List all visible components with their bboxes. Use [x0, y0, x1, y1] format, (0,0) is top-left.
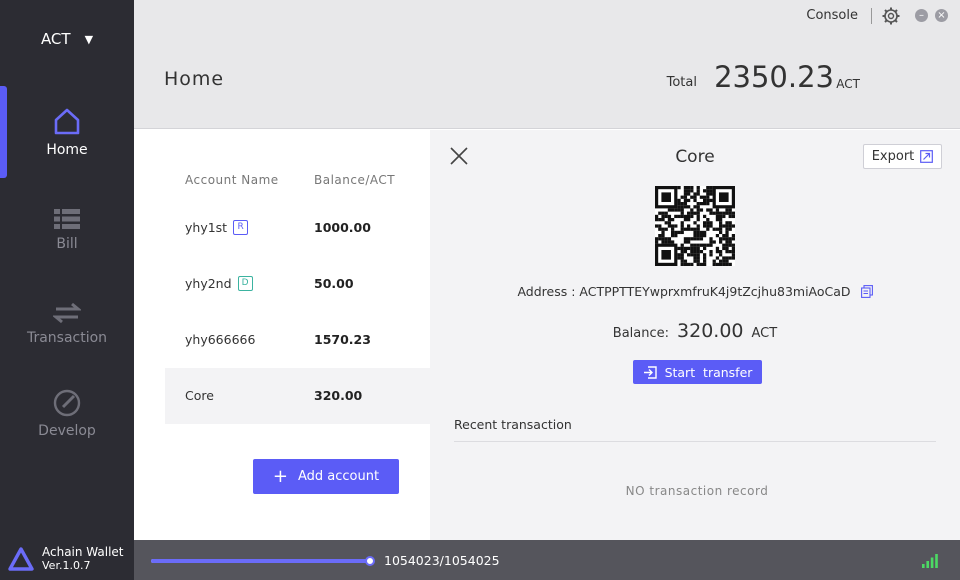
account-list: Account Name Balance/ACT yhy1st R 1000.0… [134, 130, 430, 540]
registered-badge: R [233, 220, 249, 235]
asset-selector-label: ACT [40, 30, 71, 48]
sidebar: ACT ▼ Home Bill Transaction Develop Acha… [0, 0, 134, 580]
home-icon [54, 108, 80, 135]
account-name-header: Account Name [185, 173, 279, 187]
start-transfer-button[interactable]: Start transfer [633, 360, 762, 384]
account-balance: 1000.00 [314, 220, 371, 235]
brand: Achain Wallet Ver.1.0.7 [8, 546, 124, 572]
account-name-text: yhy1st [185, 220, 228, 235]
header-divider [871, 8, 872, 24]
sidebar-item-label: Bill [56, 236, 78, 252]
brand-name: Achain Wallet [42, 545, 124, 559]
bill-icon [54, 209, 80, 229]
account-row-selected[interactable]: Core 320.00 [165, 368, 430, 424]
develop-icon [53, 389, 81, 417]
empty-transaction-text: NO transaction record [625, 484, 769, 498]
page-title: Home [164, 68, 225, 90]
account-row[interactable]: yhy666666 1570.23 [165, 312, 430, 368]
status-bar: 1054023/1054025 [134, 540, 960, 580]
divider [454, 441, 936, 442]
account-row[interactable]: yhy1st R 1000.00 [165, 200, 430, 256]
balance-header: Balance/ACT [314, 173, 396, 187]
copy-icon[interactable] [860, 285, 873, 298]
header: Console – × Home Total 2350.23 ACT [134, 0, 960, 129]
account-detail-panel: Core Export Address : ACTPPTTEYwprxmfruK… [430, 130, 960, 540]
caret-down-icon: ▼ [84, 32, 94, 46]
account-name-text: yhy666666 [185, 332, 256, 347]
total-label: Total [666, 75, 697, 90]
account-balance: 50.00 [314, 276, 354, 291]
sidebar-item-label: Home [46, 142, 88, 158]
account-name: yhy666666 [185, 332, 255, 347]
address-value: ACTPPTTEYwprxmfruK4j9tZcjhu83miAoCaD [579, 284, 851, 299]
sidebar-item-develop[interactable]: Develop [0, 368, 134, 460]
minimize-button[interactable]: – [915, 9, 928, 22]
account-name-text: Core [185, 388, 214, 403]
asset-selector[interactable]: ACT ▼ [0, 22, 134, 56]
address-label: Address : [517, 284, 576, 299]
add-account-label: Add account [298, 469, 380, 484]
total-value: 2350.23 [714, 60, 834, 94]
recent-transaction-title: Recent transaction [454, 417, 572, 432]
sidebar-item-transaction[interactable]: Transaction [0, 278, 134, 370]
qr-code [655, 186, 735, 266]
account-row[interactable]: yhy2nd D 50.00 [165, 256, 430, 312]
export-icon [920, 150, 934, 163]
transaction-icon [53, 302, 81, 324]
balance-unit: ACT [751, 326, 778, 341]
sidebar-item-home[interactable]: Home [0, 86, 134, 178]
console-button[interactable]: Console [806, 8, 858, 23]
account-name: yhy1st R [185, 220, 249, 235]
sidebar-item-label: Develop [38, 423, 96, 439]
block-sync-text: 1054023/1054025 [384, 553, 500, 568]
export-button[interactable]: Export [863, 144, 942, 169]
sync-progress-knob [364, 556, 375, 566]
transfer-icon [643, 365, 657, 379]
delegate-badge: D [237, 276, 253, 291]
account-balance: 320.00 [314, 388, 363, 403]
plus-icon: + [272, 465, 288, 487]
start-transfer-label: Start transfer [664, 364, 753, 380]
total-unit: ACT [836, 77, 860, 91]
balance-row: Balance: 320.00 ACT [430, 320, 960, 342]
signal-icon [922, 554, 938, 568]
app-version: Ver.1.0.7 [42, 559, 91, 572]
sync-progress-bar [151, 556, 375, 566]
sidebar-item-label: Transaction [26, 330, 108, 346]
account-name: yhy2nd D [185, 276, 253, 291]
close-window-button[interactable]: × [935, 9, 948, 22]
export-label: Export [871, 149, 915, 164]
account-balance: 1570.23 [314, 332, 371, 347]
gear-icon[interactable] [882, 7, 900, 25]
achain-logo-icon [8, 547, 34, 571]
account-name-text: yhy2nd [185, 276, 232, 291]
sync-progress-fill [151, 559, 370, 563]
address-row: Address : ACTPPTTEYwprxmfruK4j9tZcjhu83m… [430, 284, 960, 299]
balance-value: 320.00 [677, 320, 744, 342]
add-account-button[interactable]: + Add account [253, 459, 399, 494]
balance-label: Balance: [612, 326, 670, 341]
sidebar-item-bill[interactable]: Bill [0, 184, 134, 276]
account-name: Core [185, 388, 214, 403]
